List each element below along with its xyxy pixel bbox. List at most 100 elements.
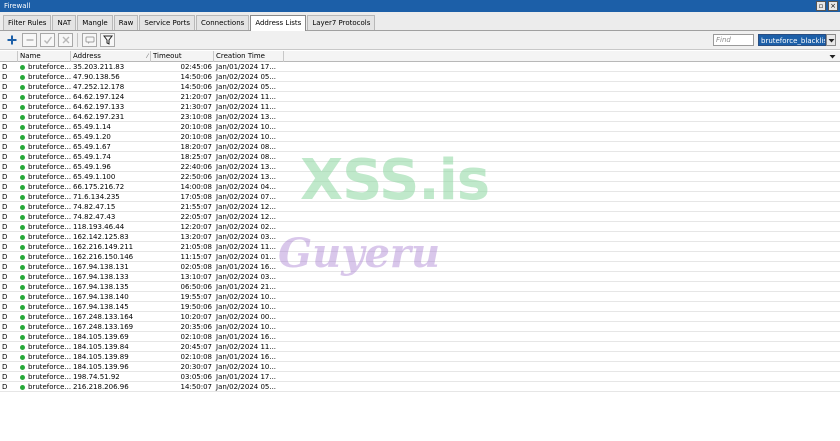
column-header-timeout[interactable]: Timeout xyxy=(151,51,214,62)
tab-nat[interactable]: NAT xyxy=(52,15,77,30)
table-row[interactable]: Dbruteforce... 167.248.133.169 20:35:06 Jan… xyxy=(0,322,840,332)
tab-address-lists[interactable]: Address Lists xyxy=(250,15,307,31)
table-row[interactable]: Dbruteforce... 198.74.51.92 03:05:06 Jan/01… xyxy=(0,372,840,382)
table-row[interactable]: Dbruteforce... 162.216.149.211 21:05:08 Jan… xyxy=(0,242,840,252)
tab-filter-rules[interactable]: Filter Rules xyxy=(3,15,52,30)
table-row[interactable]: Dbruteforce... 184.105.139.89 02:10:08 Jan/… xyxy=(0,352,840,362)
filter-button[interactable] xyxy=(100,33,115,47)
row-name-text: bruteforce... xyxy=(28,163,71,171)
table-row[interactable]: Dbruteforce... 47.90.138.56 14:50:06 Jan/02… xyxy=(0,72,840,82)
table-row[interactable]: Dbruteforce... 162.216.150.146 11:15:07 Jan… xyxy=(0,252,840,262)
row-flag: D xyxy=(2,333,8,341)
row-address: 64.62.197.231 xyxy=(73,113,125,121)
table-row[interactable]: Dbruteforce... 65.49.1.20 20:10:08 Jan/02/2… xyxy=(0,132,840,142)
row-name: bruteforce... xyxy=(18,282,71,292)
row-creation-time: Jan/01/2024 17... xyxy=(216,63,277,71)
tab-raw[interactable]: Raw xyxy=(113,15,139,30)
tab-connections[interactable]: Connections xyxy=(196,15,250,30)
row-timeout: 23:10:08 xyxy=(180,113,212,121)
tab-mangle[interactable]: Mangle xyxy=(77,15,113,30)
enable-button[interactable] xyxy=(40,33,55,47)
close-icon[interactable]: × xyxy=(828,1,838,11)
tab-layer7-protocols[interactable]: Layer7 Protocols xyxy=(307,15,376,30)
status-dot-icon xyxy=(20,374,25,380)
row-address: 65.49.1.14 xyxy=(73,123,111,131)
table-row[interactable]: Dbruteforce... 65.49.1.96 22:40:06 Jan/02/2… xyxy=(0,162,840,172)
table-row[interactable]: Dbruteforce... 64.62.197.133 21:30:07 Jan/0… xyxy=(0,102,840,112)
row-name: bruteforce... xyxy=(18,312,71,322)
status-dot-icon xyxy=(20,234,25,240)
status-dot-icon xyxy=(20,174,25,180)
address-list-dropdown-button[interactable] xyxy=(826,34,836,46)
row-address: 65.49.1.20 xyxy=(73,133,111,141)
status-dot-icon xyxy=(20,354,25,360)
row-address: 162.216.149.211 xyxy=(73,243,134,251)
row-flag: D xyxy=(2,223,8,231)
table-row[interactable]: Dbruteforce... 65.49.1.67 18:20:07 Jan/02/2… xyxy=(0,142,840,152)
find-input[interactable] xyxy=(713,34,754,46)
row-flag: D xyxy=(2,263,8,271)
column-header-flag[interactable] xyxy=(0,51,18,62)
table-row[interactable]: Dbruteforce... 167.94.138.140 19:55:07 Jan/… xyxy=(0,292,840,302)
tab-bar: Filter Rules NAT Mangle Raw Service Port… xyxy=(0,12,840,31)
table-row[interactable]: Dbruteforce... 167.94.138.145 19:50:06 Jan/… xyxy=(0,302,840,312)
table-row[interactable]: Dbruteforce... 162.142.125.83 13:20:07 Jan/… xyxy=(0,232,840,242)
row-address: 64.62.197.124 xyxy=(73,93,125,101)
table-row[interactable]: Dbruteforce... 74.82.47.15 21:55:07 Jan/02/… xyxy=(0,202,840,212)
table-row[interactable]: Dbruteforce... 167.94.138.133 13:10:07 Jan/… xyxy=(0,272,840,282)
table-row[interactable]: Dbruteforce... 65.49.1.14 20:10:08 Jan/02/2… xyxy=(0,122,840,132)
table-row[interactable]: Dbruteforce... 65.49.1.74 18:25:07 Jan/02/2… xyxy=(0,152,840,162)
row-creation-time: Jan/02/2024 10... xyxy=(216,123,277,131)
row-flag: D xyxy=(2,383,8,391)
row-creation-time: Jan/02/2024 10... xyxy=(216,303,277,311)
table-row[interactable]: Dbruteforce... 65.49.1.100 22:50:06 Jan/02/… xyxy=(0,172,840,182)
row-creation-time: Jan/01/2024 17... xyxy=(216,373,277,381)
chevron-down-icon xyxy=(829,55,835,59)
table-row[interactable]: Dbruteforce... 167.248.133.164 10:20:07 Jan… xyxy=(0,312,840,322)
tab-service-ports[interactable]: Service Ports xyxy=(139,15,196,30)
table-row[interactable]: Dbruteforce... 71.6.134.235 17:05:08 Jan/02… xyxy=(0,192,840,202)
add-button[interactable] xyxy=(4,33,19,47)
table-row[interactable]: Dbruteforce... 66.175.216.72 14:00:08 Jan/0… xyxy=(0,182,840,192)
table-row[interactable]: Dbruteforce... 35.203.211.83 02:45:06 Jan/0… xyxy=(0,62,840,72)
column-header-creation-time[interactable]: Creation Time xyxy=(214,51,284,62)
table-row[interactable]: Dbruteforce... 118.193.46.44 12:20:07 Jan/0… xyxy=(0,222,840,232)
address-list-select[interactable]: bruteforce_blacklist xyxy=(758,34,826,46)
columns-menu-button[interactable] xyxy=(828,52,836,61)
table-row[interactable]: Dbruteforce... 184.105.139.69 02:10:08 Jan/… xyxy=(0,332,840,342)
table-row[interactable]: Dbruteforce... 47.252.12.178 14:50:06 Jan/0… xyxy=(0,82,840,92)
status-dot-icon xyxy=(20,74,25,80)
table-row[interactable]: Dbruteforce... 184.105.139.84 20:45:07 Jan/… xyxy=(0,342,840,352)
table-row[interactable]: Dbruteforce... 167.94.138.135 06:50:06 Jan/… xyxy=(0,282,840,292)
row-name: bruteforce... xyxy=(18,232,71,242)
table-row[interactable]: Dbruteforce... 167.94.138.131 02:05:08 Jan/… xyxy=(0,262,840,272)
row-timeout: 02:10:08 xyxy=(180,333,212,341)
enable-icon xyxy=(43,36,52,45)
status-dot-icon xyxy=(20,344,25,350)
status-dot-icon xyxy=(20,264,25,270)
status-dot-icon xyxy=(20,214,25,220)
row-name-text: bruteforce... xyxy=(28,213,71,221)
column-header-name[interactable]: Name xyxy=(18,51,71,62)
table-row[interactable]: Dbruteforce... 216.218.206.96 14:50:07 Jan/… xyxy=(0,382,840,392)
table-row[interactable]: Dbruteforce... 184.105.139.96 20:30:07 Jan/… xyxy=(0,362,840,372)
table-row[interactable]: Dbruteforce... 64.62.197.231 23:10:08 Jan/0… xyxy=(0,112,840,122)
restore-icon[interactable]: ▫ xyxy=(816,1,826,11)
row-timeout: 17:05:08 xyxy=(180,193,212,201)
row-timeout: 06:50:06 xyxy=(180,283,212,291)
column-header-address[interactable]: Address ⁄ xyxy=(71,51,151,62)
table-row[interactable]: Dbruteforce... 74.82.47.43 22:05:07 Jan/02/… xyxy=(0,212,840,222)
row-flag: D xyxy=(2,293,8,301)
row-address: 184.105.139.89 xyxy=(73,353,129,361)
row-flag: D xyxy=(2,353,8,361)
row-name-text: bruteforce... xyxy=(28,243,71,251)
remove-button[interactable] xyxy=(22,33,37,47)
row-flag: D xyxy=(2,93,8,101)
comment-button[interactable] xyxy=(82,33,97,47)
row-address: 167.94.138.133 xyxy=(73,273,129,281)
row-name-text: bruteforce... xyxy=(28,143,71,151)
disable-button[interactable] xyxy=(58,33,73,47)
row-name-text: bruteforce... xyxy=(28,363,71,371)
table-row[interactable]: Dbruteforce... 64.62.197.124 21:20:07 Jan/0… xyxy=(0,92,840,102)
row-name: bruteforce... xyxy=(18,82,71,92)
